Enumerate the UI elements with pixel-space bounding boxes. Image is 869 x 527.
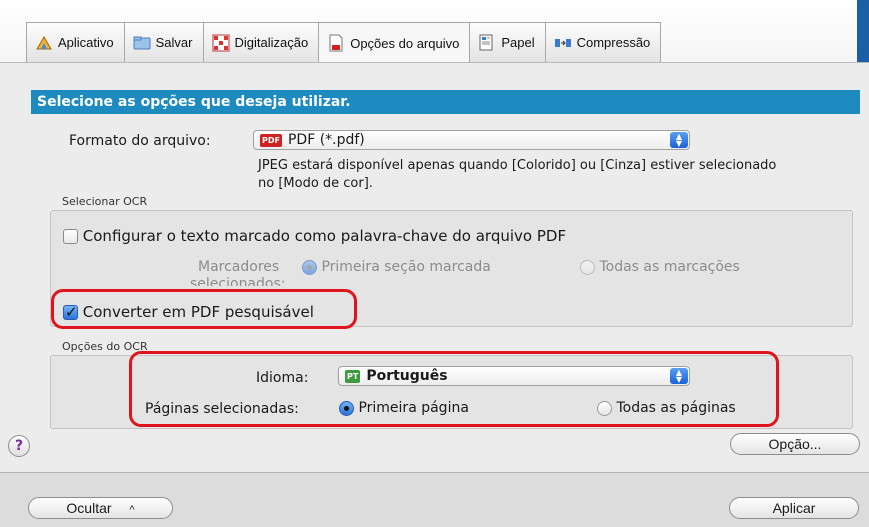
file-format-note-line1: JPEG estará disponível apenas quando [Co…: [258, 158, 777, 173]
all-marks-option: Todas as marcações: [580, 259, 740, 275]
language-label: Idioma:: [256, 370, 309, 386]
tab-label: Compressão: [576, 35, 651, 50]
tab-bar: Aplicativo Salvar Digitalização Opções d…: [26, 22, 662, 63]
tab-label: Aplicativo: [58, 35, 114, 50]
all-marks-radio: [580, 259, 595, 275]
ocr-select-group-label: Selecionar OCR: [62, 195, 148, 208]
chevron-up-icon: ^: [129, 504, 135, 516]
desktop-background: [857, 0, 869, 68]
keyword-checkbox[interactable]: [63, 229, 78, 244]
keyword-checkbox-label: Configurar o texto marcado como palavra-…: [82, 227, 567, 245]
popup-arrows-icon: ▲ ▼: [670, 132, 688, 148]
tab-label: Opções do arquivo: [350, 35, 460, 51]
file-format-label: Formato do arquivo:: [69, 133, 211, 149]
folder-icon: [133, 34, 151, 52]
tab-compressao[interactable]: Compressão: [544, 22, 662, 62]
tab-digitalizacao[interactable]: Digitalização: [202, 22, 319, 62]
popup-arrows-icon: ▲ ▼: [670, 368, 688, 384]
searchable-pdf-option[interactable]: Converter em PDF pesquisável: [63, 303, 314, 321]
all-pages-radio[interactable]: [597, 400, 612, 416]
apply-button[interactable]: Aplicar: [729, 497, 859, 519]
file-format-popup[interactable]: PDF PDF (*.pdf) ▲ ▼: [253, 130, 690, 150]
all-pages-option[interactable]: Todas as páginas: [597, 400, 736, 416]
compression-icon: [554, 34, 572, 52]
searchable-pdf-label: Converter em PDF pesquisável: [82, 303, 314, 321]
first-page-radio[interactable]: [339, 400, 354, 416]
tab-papel[interactable]: Papel: [469, 22, 545, 62]
all-marks-label: Todas as marcações: [599, 259, 740, 275]
application-icon: [35, 34, 53, 52]
file-options-icon: [327, 34, 345, 52]
ocr-options-group-label: Opções do OCR: [62, 340, 148, 353]
first-marked-option: Primeira seção marcada: [302, 259, 491, 275]
pages-label: Páginas selecionadas:: [145, 401, 299, 417]
tab-aplicativo[interactable]: Aplicativo: [26, 22, 124, 62]
hide-button-label: Ocultar: [66, 500, 112, 516]
first-page-option[interactable]: Primeira página: [339, 400, 469, 416]
paper-icon: [478, 34, 496, 52]
first-marked-label: Primeira seção marcada: [321, 259, 491, 275]
pdf-icon: PDF: [260, 133, 282, 147]
hide-button[interactable]: Ocultar ^: [28, 497, 173, 519]
tab-salvar[interactable]: Salvar: [123, 22, 203, 62]
tab-label: Papel: [501, 35, 535, 50]
markers-label: Marcadores: [198, 259, 280, 275]
file-format-value: PDF (*.pdf): [287, 132, 365, 148]
language-value: Português: [366, 368, 448, 384]
language-popup[interactable]: PT Português ▲ ▼: [338, 366, 690, 386]
markers-label-second-line: selecionados:: [190, 276, 286, 286]
tab-label: Salvar: [155, 35, 193, 50]
keyword-option[interactable]: Configurar o texto marcado como palavra-…: [63, 227, 566, 245]
searchable-pdf-checkbox[interactable]: [63, 303, 78, 321]
preferences-window: Aplicativo Salvar Digitalização Opções d…: [0, 0, 869, 527]
scan-icon: [212, 34, 230, 52]
first-page-label: Primeira página: [358, 400, 469, 416]
tab-label: Digitalização: [234, 35, 309, 50]
file-format-note-line2: no [Modo de cor].: [258, 176, 373, 191]
section-header: Selecione as opções que deseja utilizar.: [31, 90, 860, 114]
option-button[interactable]: Opção...: [730, 433, 860, 455]
help-button[interactable]: ?: [8, 435, 30, 457]
language-flag-icon: PT: [345, 369, 361, 383]
all-pages-label: Todas as páginas: [616, 400, 736, 416]
first-marked-radio: [302, 259, 317, 275]
tab-opcoes-do-arquivo[interactable]: Opções do arquivo: [318, 22, 470, 63]
